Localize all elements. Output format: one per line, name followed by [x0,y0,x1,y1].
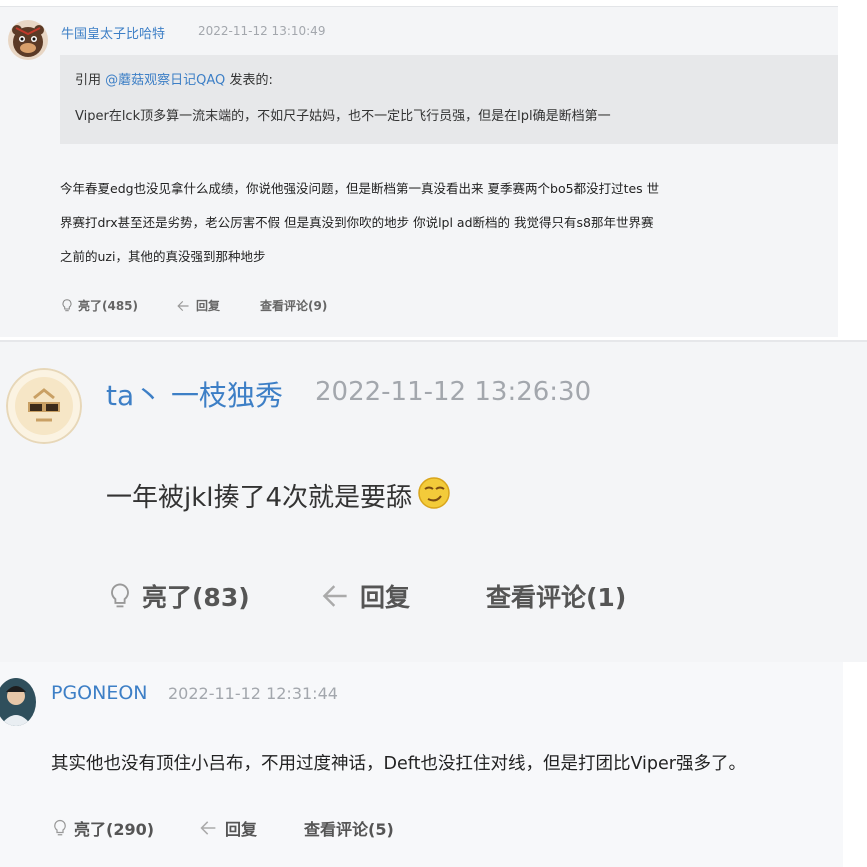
quote-text: Viper在lck顶多算一流末端的，不如尺子姑妈，也不一定比飞行员强，但是在lp… [75,109,611,124]
lightbulb-icon [60,298,74,313]
timestamp: 2022-11-12 13:26:30 [315,377,592,407]
comment-body: 一年被jkl揍了4次就是要舔 [106,474,452,517]
reply-label: 回复 [196,299,221,313]
quote-prefix: 引用 [75,73,102,88]
view-comments-label: 查看评论(9) [260,299,328,313]
lightbulb-icon [106,581,134,611]
comment-body-line: 今年春夏edg也没见拿什么成绩，你说他强没问题，但是断档第一真没看出来 夏季赛两… [60,181,660,196]
comment-card: 牛国皇太子比哈特 2022-11-12 13:10:49 引用 @蘑菇观察日记Q… [0,6,838,337]
reply-arrow-icon [177,299,192,313]
quote-suffix: 发表的: [229,73,273,88]
view-comments-button[interactable]: 查看评论(5) [304,816,394,840]
comment-body-line: 界赛打drx甚至还是劣势，老公厉害不假 但是真没到你吹的地步 你说lpl ad断… [60,215,654,230]
username[interactable]: ta丶 一枝独秀 [106,374,283,414]
avatar[interactable] [8,20,48,60]
quote-block: 引用 @蘑菇观察日记QAQ 发表的: Viper在lck顶多算一流末端的，不如尺… [60,55,838,144]
timestamp: 2022-11-12 13:10:49 [198,24,326,38]
lightbulb-icon [51,818,69,838]
reply-button[interactable]: 回复 [322,578,410,614]
smirk-emoji-icon [416,474,452,517]
comment-card: PGONEON 2022-11-12 12:31:44 其实他也没有顶住小吕布，… [0,662,843,867]
like-button[interactable]: 亮了(485) [60,297,138,314]
reply-arrow-icon [322,582,354,610]
reply-button[interactable]: 回复 [177,297,220,314]
comment-card: ta丶 一枝独秀 2022-11-12 13:26:30 一年被jkl揍了4次就… [0,340,867,662]
username[interactable]: PGONEON [51,682,148,704]
view-comments-button[interactable]: 查看评论(9) [260,297,327,314]
reply-button[interactable]: 回复 [200,816,257,840]
like-count: 亮了(83) [142,583,250,612]
username[interactable]: 牛国皇太子比哈特 [61,23,165,42]
view-comments-button[interactable]: 查看评论(1) [486,578,626,614]
timestamp: 2022-11-12 12:31:44 [168,684,338,703]
quoted-username[interactable]: @蘑菇观察日记QAQ [105,73,225,88]
view-comments-label: 查看评论(1) [486,583,627,612]
reply-label: 回复 [225,820,258,839]
avatar[interactable] [0,678,36,726]
reply-label: 回复 [360,583,411,612]
like-count: 亮了(290) [74,820,155,839]
avatar[interactable] [6,368,82,444]
view-comments-label: 查看评论(5) [304,820,394,839]
like-button[interactable]: 亮了(290) [51,816,154,840]
like-count: 亮了(485) [78,299,139,313]
like-button[interactable]: 亮了(83) [106,578,250,614]
quote-header: 引用 @蘑菇观察日记QAQ 发表的: [75,69,273,88]
comment-body-line: 之前的uzi，其他的真没强到那种地步 [60,249,266,264]
comment-text: 一年被jkl揍了4次就是要舔 [106,483,413,513]
reply-arrow-icon [200,819,220,837]
comment-body: 其实他也没有顶住小吕布，不用过度神话，Deft也没扛住对线，但是打团比Viper… [51,754,746,774]
